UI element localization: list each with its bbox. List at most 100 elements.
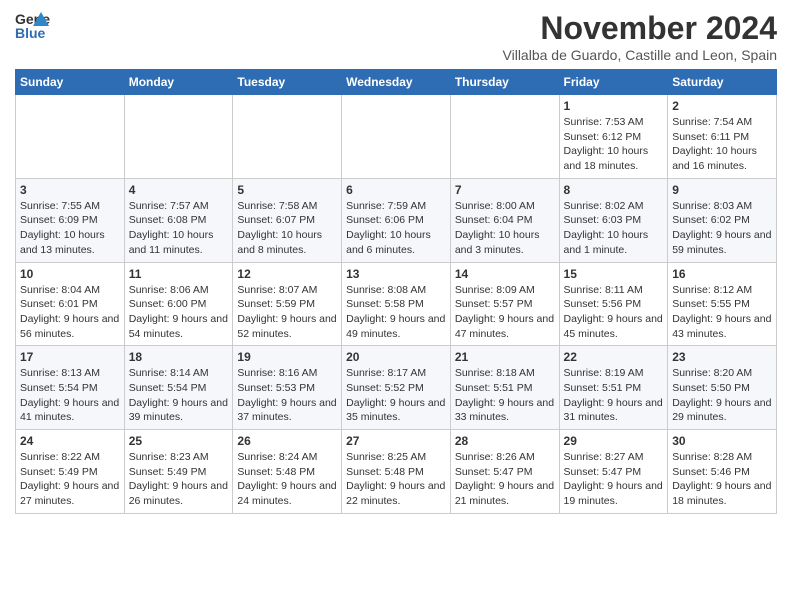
calendar-cell: 25Sunrise: 8:23 AM Sunset: 5:49 PM Dayli… <box>124 430 233 514</box>
day-info: Sunrise: 8:03 AM Sunset: 6:02 PM Dayligh… <box>672 199 772 258</box>
calendar-cell: 6 Sunrise: 7:59 AM Sunset: 6:06 PM Daylig… <box>342 178 451 262</box>
day-info: Sunrise: 8:16 AM Sunset: 5:53 PM Dayligh… <box>237 366 337 425</box>
calendar-cell: 14Sunrise: 8:09 AM Sunset: 5:57 PM Dayli… <box>450 262 559 346</box>
day-number: 23 <box>672 350 772 364</box>
day-number: 13 <box>346 267 446 281</box>
calendar-cell: 1 Sunrise: 7:53 AM Sunset: 6:12 PM Daylig… <box>559 95 668 179</box>
calendar-cell: 5Sunrise: 7:58 AM Sunset: 6:07 PM Daylig… <box>233 178 342 262</box>
calendar-cell: 17 Sunrise: 8:13 AM Sunset: 5:54 PM Dayli… <box>16 346 125 430</box>
day-info: Sunrise: 8:11 AM Sunset: 5:56 PM Dayligh… <box>564 283 664 342</box>
day-number: 10 <box>20 267 120 281</box>
calendar-cell: 30 Sunrise: 8:28 AM Sunset: 5:46 PM Dayli… <box>668 430 777 514</box>
day-number: 19 <box>237 350 337 364</box>
weekday-header: Monday <box>124 70 233 95</box>
day-number: 16 <box>672 267 772 281</box>
calendar-cell: 3Sunrise: 7:55 AM Sunset: 6:09 PM Daylig… <box>16 178 125 262</box>
calendar-cell <box>16 95 125 179</box>
day-info: Sunrise: 7:53 AM Sunset: 6:12 PM Dayligh… <box>564 115 664 174</box>
day-number: 1 <box>564 99 664 113</box>
day-number: 6 <box>346 183 446 197</box>
calendar-cell: 22 Sunrise: 8:19 AM Sunset: 5:51 PM Dayli… <box>559 346 668 430</box>
day-info: Sunrise: 8:23 AM Sunset: 5:49 PM Dayligh… <box>129 450 229 509</box>
day-number: 18 <box>129 350 229 364</box>
day-info: Sunrise: 8:17 AM Sunset: 5:52 PM Dayligh… <box>346 366 446 425</box>
day-info: Sunrise: 8:00 AM Sunset: 6:04 PM Dayligh… <box>455 199 555 258</box>
day-number: 27 <box>346 434 446 448</box>
calendar-cell: 19 Sunrise: 8:16 AM Sunset: 5:53 PM Dayli… <box>233 346 342 430</box>
day-number: 12 <box>237 267 337 281</box>
day-info: Sunrise: 8:06 AM Sunset: 6:00 PM Dayligh… <box>129 283 229 342</box>
day-number: 20 <box>346 350 446 364</box>
day-info: Sunrise: 8:12 AM Sunset: 5:55 PM Dayligh… <box>672 283 772 342</box>
day-info: Sunrise: 8:18 AM Sunset: 5:51 PM Dayligh… <box>455 366 555 425</box>
calendar-table: SundayMondayTuesdayWednesdayThursdayFrid… <box>15 69 777 514</box>
calendar-cell: 4 Sunrise: 7:57 AM Sunset: 6:08 PM Daylig… <box>124 178 233 262</box>
svg-text:Blue: Blue <box>15 25 46 40</box>
calendar-cell: 8 Sunrise: 8:02 AM Sunset: 6:03 PM Daylig… <box>559 178 668 262</box>
day-number: 22 <box>564 350 664 364</box>
day-info: Sunrise: 8:02 AM Sunset: 6:03 PM Dayligh… <box>564 199 664 258</box>
calendar-cell: 7 Sunrise: 8:00 AM Sunset: 6:04 PM Daylig… <box>450 178 559 262</box>
calendar-cell: 9 Sunrise: 8:03 AM Sunset: 6:02 PM Daylig… <box>668 178 777 262</box>
page-subtitle: Villalba de Guardo, Castille and Leon, S… <box>503 47 777 63</box>
day-info: Sunrise: 8:09 AM Sunset: 5:57 PM Dayligh… <box>455 283 555 342</box>
day-info: Sunrise: 8:13 AM Sunset: 5:54 PM Dayligh… <box>20 366 120 425</box>
day-number: 26 <box>237 434 337 448</box>
calendar-cell: 27Sunrise: 8:25 AM Sunset: 5:48 PM Dayli… <box>342 430 451 514</box>
page-title: November 2024 <box>503 10 777 47</box>
day-number: 17 <box>20 350 120 364</box>
calendar-cell <box>124 95 233 179</box>
calendar-header-row: SundayMondayTuesdayWednesdayThursdayFrid… <box>16 70 777 95</box>
day-number: 29 <box>564 434 664 448</box>
calendar-cell: 2Sunrise: 7:54 AM Sunset: 6:11 PM Daylig… <box>668 95 777 179</box>
day-info: Sunrise: 8:14 AM Sunset: 5:54 PM Dayligh… <box>129 366 229 425</box>
calendar-week-row: 1 Sunrise: 7:53 AM Sunset: 6:12 PM Daylig… <box>16 95 777 179</box>
calendar-week-row: 17 Sunrise: 8:13 AM Sunset: 5:54 PM Dayli… <box>16 346 777 430</box>
day-info: Sunrise: 8:20 AM Sunset: 5:50 PM Dayligh… <box>672 366 772 425</box>
day-number: 4 <box>129 183 229 197</box>
day-info: Sunrise: 8:28 AM Sunset: 5:46 PM Dayligh… <box>672 450 772 509</box>
day-number: 3 <box>20 183 120 197</box>
day-number: 24 <box>20 434 120 448</box>
calendar-cell: 11 Sunrise: 8:06 AM Sunset: 6:00 PM Dayli… <box>124 262 233 346</box>
calendar-cell <box>233 95 342 179</box>
logo-icon: General Blue <box>15 10 51 40</box>
day-info: Sunrise: 8:04 AM Sunset: 6:01 PM Dayligh… <box>20 283 120 342</box>
day-number: 7 <box>455 183 555 197</box>
day-number: 2 <box>672 99 772 113</box>
calendar-cell: 15 Sunrise: 8:11 AM Sunset: 5:56 PM Dayli… <box>559 262 668 346</box>
calendar-cell: 26Sunrise: 8:24 AM Sunset: 5:48 PM Dayli… <box>233 430 342 514</box>
calendar-cell: 29 Sunrise: 8:27 AM Sunset: 5:47 PM Dayli… <box>559 430 668 514</box>
day-number: 28 <box>455 434 555 448</box>
calendar-week-row: 3Sunrise: 7:55 AM Sunset: 6:09 PM Daylig… <box>16 178 777 262</box>
calendar-cell: 24 Sunrise: 8:22 AM Sunset: 5:49 PM Dayli… <box>16 430 125 514</box>
calendar-cell: 18 Sunrise: 8:14 AM Sunset: 5:54 PM Dayli… <box>124 346 233 430</box>
weekday-header: Sunday <box>16 70 125 95</box>
weekday-header: Friday <box>559 70 668 95</box>
day-number: 15 <box>564 267 664 281</box>
calendar-cell: 20 Sunrise: 8:17 AM Sunset: 5:52 PM Dayli… <box>342 346 451 430</box>
weekday-header: Tuesday <box>233 70 342 95</box>
calendar-cell: 23 Sunrise: 8:20 AM Sunset: 5:50 PM Dayli… <box>668 346 777 430</box>
weekday-header: Saturday <box>668 70 777 95</box>
calendar-cell <box>450 95 559 179</box>
calendar-week-row: 10 Sunrise: 8:04 AM Sunset: 6:01 PM Dayli… <box>16 262 777 346</box>
day-number: 21 <box>455 350 555 364</box>
day-number: 11 <box>129 267 229 281</box>
logo: General Blue <box>15 10 51 40</box>
day-info: Sunrise: 8:22 AM Sunset: 5:49 PM Dayligh… <box>20 450 120 509</box>
day-number: 9 <box>672 183 772 197</box>
day-info: Sunrise: 7:59 AM Sunset: 6:06 PM Dayligh… <box>346 199 446 258</box>
calendar-cell: 13Sunrise: 8:08 AM Sunset: 5:58 PM Dayli… <box>342 262 451 346</box>
calendar-cell: 16 Sunrise: 8:12 AM Sunset: 5:55 PM Dayli… <box>668 262 777 346</box>
day-info: Sunrise: 8:26 AM Sunset: 5:47 PM Dayligh… <box>455 450 555 509</box>
calendar-cell: 21 Sunrise: 8:18 AM Sunset: 5:51 PM Dayli… <box>450 346 559 430</box>
day-info: Sunrise: 8:19 AM Sunset: 5:51 PM Dayligh… <box>564 366 664 425</box>
day-info: Sunrise: 7:57 AM Sunset: 6:08 PM Dayligh… <box>129 199 229 258</box>
day-info: Sunrise: 8:27 AM Sunset: 5:47 PM Dayligh… <box>564 450 664 509</box>
day-number: 8 <box>564 183 664 197</box>
day-number: 30 <box>672 434 772 448</box>
day-info: Sunrise: 7:58 AM Sunset: 6:07 PM Dayligh… <box>237 199 337 258</box>
calendar-cell: 28 Sunrise: 8:26 AM Sunset: 5:47 PM Dayli… <box>450 430 559 514</box>
weekday-header: Wednesday <box>342 70 451 95</box>
